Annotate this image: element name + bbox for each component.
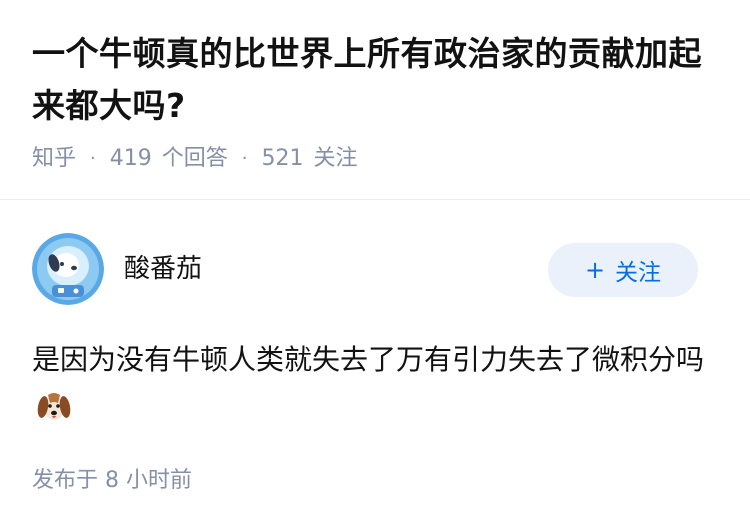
follower-count[interactable]: 521 [262,144,304,174]
source-label[interactable]: 知乎 [32,144,76,174]
meta-separator: · [241,148,248,169]
section-divider [0,199,750,200]
answer-count[interactable]: 419 [110,144,152,174]
answer-content[interactable]: 是因为没有牛顿人类就失去了万有引力失去了微积分吗 [32,335,722,435]
follow-button-label: 关注 [615,260,662,286]
answer-text: 是因为没有牛顿人类就失去了万有引力失去了微积分吗 [32,343,705,376]
answer-count-label[interactable]: 个回答 [162,144,228,174]
dog-face-emoji-icon [36,389,72,425]
astronaut-dog-avatar-icon [32,233,104,305]
question-meta: 知乎 · 419 个回答 · 521 关注 [32,144,722,174]
follow-button[interactable]: + 关注 [548,243,698,297]
answer-author-row: 酸番茄 + 关注 [32,233,698,305]
avatar[interactable] [32,233,104,305]
author-name[interactable]: 酸番茄 [124,251,202,287]
question-header: 一个牛顿真的比世界上所有政治家的贡献加起来都大吗? 知乎 · 419 个回答 ·… [32,28,722,174]
question-title[interactable]: 一个牛顿真的比世界上所有政治家的贡献加起来都大吗? [32,28,722,132]
follower-count-label[interactable]: 关注 [314,144,358,174]
answer-timestamp: 发布于 8 小时前 [32,468,192,493]
plus-icon: + [584,256,606,284]
meta-separator: · [90,148,96,169]
